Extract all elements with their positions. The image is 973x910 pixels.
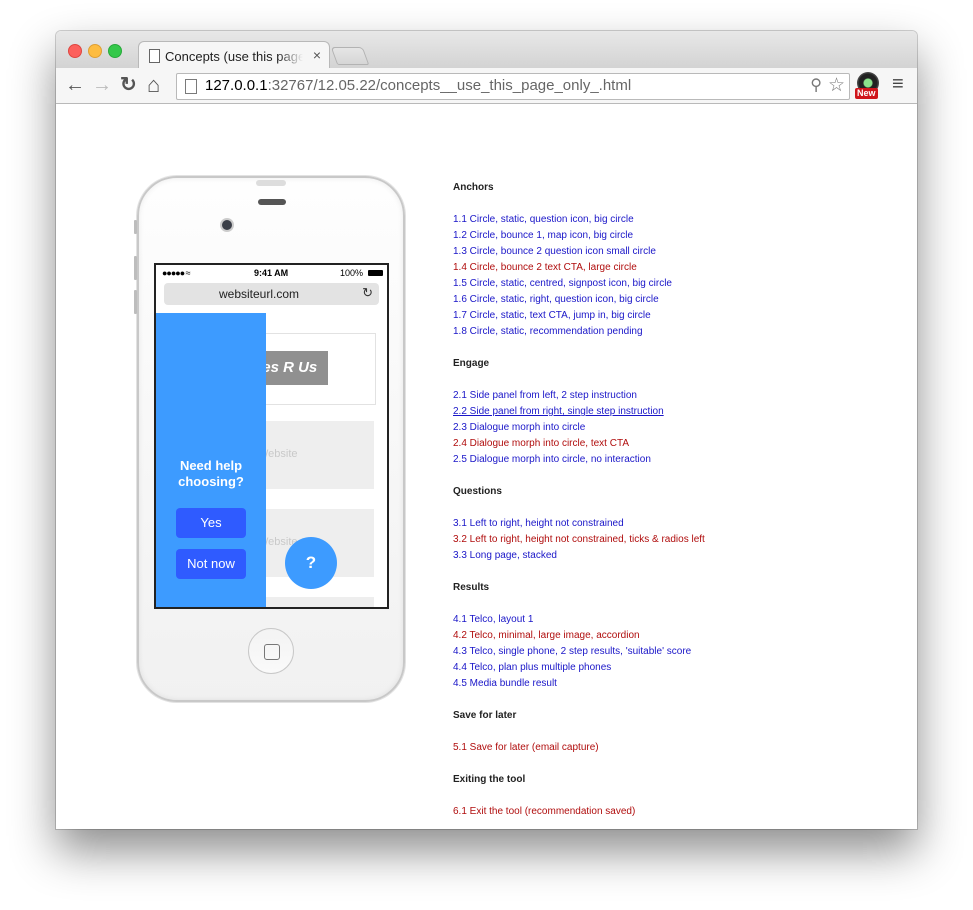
phone-volume-up — [134, 256, 137, 280]
phone-camera — [220, 218, 234, 232]
home-square-icon — [264, 644, 280, 660]
extension-badge: New — [855, 88, 878, 99]
home-icon[interactable]: ⌂ — [147, 74, 160, 96]
battery-icon — [368, 270, 383, 276]
zoom-icon[interactable]: ⚲ — [810, 75, 822, 95]
concept-link[interactable]: 1.4 Circle, bounce 2 text CTA, large cir… — [453, 260, 893, 276]
section-links: 2.1 Side panel from left, 2 step instruc… — [453, 388, 893, 468]
phone-power-button — [256, 180, 286, 186]
url-text: 127.0.0.1:32767/12.05.22/concepts__use_t… — [205, 77, 632, 94]
concept-link[interactable]: 1.2 Circle, bounce 1, map icon, big circ… — [453, 228, 893, 244]
concept-link[interactable]: 4.2 Telco, minimal, large image, accordi… — [453, 628, 893, 644]
document-icon — [149, 49, 160, 63]
phone-volume-down — [134, 290, 137, 314]
section-links: 1.1 Circle, static, question icon, big c… — [453, 212, 893, 340]
concept-link[interactable]: 3.2 Left to right, height not constraine… — [453, 532, 893, 548]
toolbar: ← → ↻ ⌂ 127.0.0.1:32767/12.05.22/concept… — [56, 68, 917, 104]
address-bar[interactable]: 127.0.0.1:32767/12.05.22/concepts__use_t… — [176, 73, 850, 100]
concept-link[interactable]: 2.2 Side panel from right, single step i… — [453, 404, 893, 420]
menu-icon[interactable]: ≡ — [892, 73, 904, 96]
signal-indicator: ●●●●● ≈ — [162, 268, 191, 278]
phone-home-button — [248, 628, 294, 674]
status-time: 9:41 AM — [254, 268, 289, 278]
concept-link[interactable]: 4.4 Telco, plan plus multiple phones — [453, 660, 893, 676]
tab-strip: Concepts (use this page only).html × — [56, 31, 917, 69]
section-links: 5.1 Save for later (email capture) — [453, 740, 893, 756]
help-circle-button[interactable]: ? — [285, 537, 337, 589]
section-heading: Save for later — [453, 710, 517, 721]
section-links: 3.1 Left to right, height not constraine… — [453, 516, 893, 564]
concept-link[interactable]: 6.1 Exit the tool (recommendation saved) — [453, 804, 893, 820]
mobile-url: websiteurl.com — [218, 287, 300, 301]
forward-arrow-icon[interactable]: → — [92, 74, 112, 96]
mobile-reload-icon[interactable]: ↻ — [362, 285, 373, 301]
section-heading: Engage — [453, 358, 490, 369]
yes-button[interactable]: Yes — [176, 508, 246, 538]
phone-screen: ●●●●● ≈ 9:41 AM 100% websiteurl.com ↻ Ph… — [154, 263, 389, 609]
not-now-button[interactable]: Not now — [176, 549, 246, 579]
section-links: 4.1 Telco, layout 1 4.2 Telco, minimal, l… — [453, 612, 893, 692]
tab-title: Concepts (use this page only).html — [165, 49, 303, 64]
reload-icon[interactable]: ↻ — [120, 74, 137, 96]
minimize-window-button[interactable] — [88, 44, 102, 58]
section-links: 6.1 Exit the tool (recommendation saved) — [453, 804, 893, 820]
concept-link[interactable]: 5.1 Save for later (email capture) — [453, 740, 893, 756]
section-heading: Exiting the tool — [453, 774, 526, 785]
phone-speaker — [258, 199, 286, 205]
help-side-panel: Need help choosing? Yes Not now — [156, 313, 266, 607]
panel-heading: Need help choosing? — [178, 458, 244, 489]
section-heading: Questions — [453, 486, 502, 497]
back-arrow-icon[interactable]: ← — [65, 74, 85, 96]
concept-link[interactable]: 1.8 Circle, static, recommendation pendi… — [453, 324, 893, 340]
concept-link[interactable]: 1.6 Circle, static, right, question icon… — [453, 292, 893, 308]
concept-link[interactable]: 4.5 Media bundle result — [453, 676, 893, 692]
page-content: ●●●●● ≈ 9:41 AM 100% websiteurl.com ↻ Ph… — [56, 104, 917, 829]
concept-link[interactable]: 2.1 Side panel from left, 2 step instruc… — [453, 388, 893, 404]
bookmark-star-icon[interactable]: ☆ — [828, 74, 845, 97]
battery-percent: 100% — [339, 268, 363, 278]
concept-link[interactable]: 2.3 Dialogue morph into circle — [453, 420, 893, 436]
page-icon — [185, 79, 197, 94]
concept-link[interactable]: 2.4 Dialogue morph into circle, text CTA — [453, 436, 893, 452]
mobile-address-bar[interactable]: websiteurl.com ↻ — [164, 283, 379, 305]
concept-link[interactable]: 3.1 Left to right, height not constraine… — [453, 516, 893, 532]
phone-status-bar: ●●●●● ≈ 9:41 AM 100% — [156, 265, 387, 283]
zoom-window-button[interactable] — [108, 44, 122, 58]
section-heading: Anchors — [453, 182, 494, 193]
new-tab-button[interactable] — [330, 47, 370, 65]
concept-link[interactable]: 1.7 Circle, static, text CTA, jump in, b… — [453, 308, 893, 324]
browser-window: Concepts (use this page only).html × ← →… — [56, 31, 917, 829]
section-heading: Results — [453, 582, 490, 593]
tab-close-icon[interactable]: × — [313, 47, 321, 63]
concept-link[interactable]: 1.3 Circle, bounce 2 question icon small… — [453, 244, 893, 260]
concept-link[interactable]: 3.3 Long page, stacked — [453, 548, 893, 564]
concept-link[interactable]: 1.1 Circle, static, question icon, big c… — [453, 212, 893, 228]
close-window-button[interactable] — [68, 44, 82, 58]
concept-link[interactable]: 4.3 Telco, single phone, 2 step results,… — [453, 644, 893, 660]
concept-link[interactable]: 2.5 Dialogue morph into circle, no inter… — [453, 452, 893, 468]
phone-mute-switch — [134, 220, 137, 234]
tab-active[interactable]: Concepts (use this page only).html × — [138, 41, 330, 69]
concepts-link-list: Anchors 1.1 Circle, static, question icon… — [453, 180, 893, 829]
concept-link[interactable]: 1.5 Circle, static, centred, signpost ic… — [453, 276, 893, 292]
phone-mockup: ●●●●● ≈ 9:41 AM 100% websiteurl.com ↻ Ph… — [134, 176, 405, 702]
concept-link[interactable]: 4.1 Telco, layout 1 — [453, 612, 893, 628]
